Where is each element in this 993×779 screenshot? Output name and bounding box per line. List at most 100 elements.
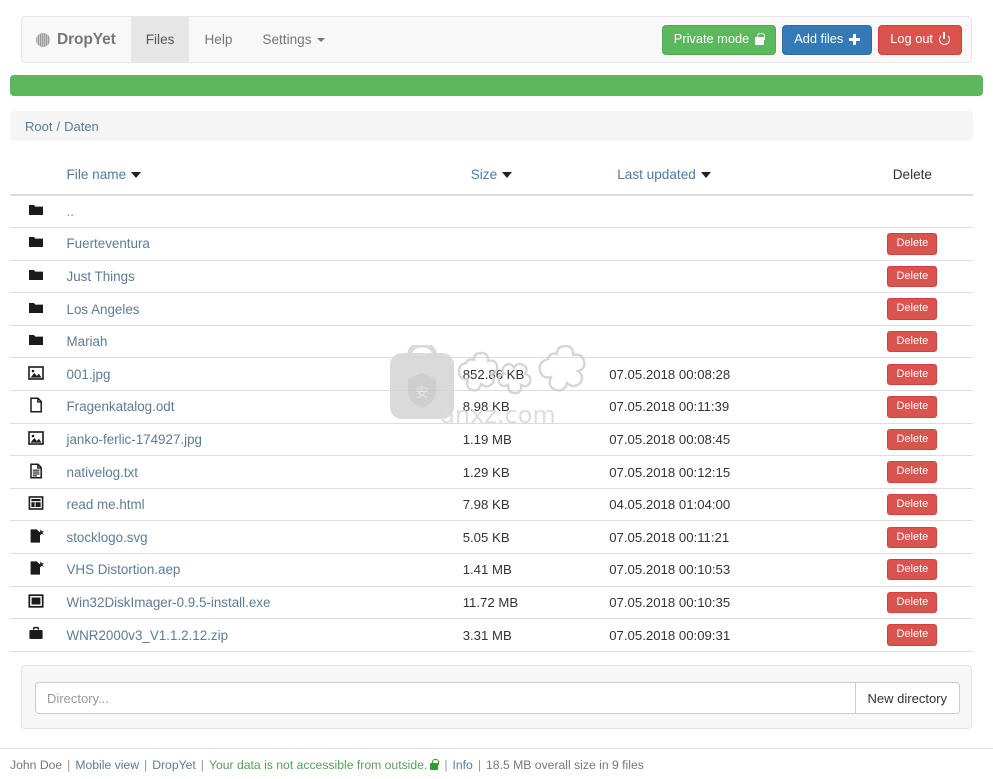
file-table: File name Size Last updated Delete .. Fue… <box>10 157 973 652</box>
footer-separator: | <box>477 758 482 772</box>
file-icon-cell <box>10 260 59 294</box>
directory-name-input[interactable] <box>35 682 855 714</box>
file-name-link[interactable]: 001.jpg <box>67 367 111 382</box>
delete-button[interactable]: Delete <box>887 624 938 646</box>
footer-link-mobile-view[interactable]: Mobile view <box>75 758 139 772</box>
file-size-cell <box>462 325 610 359</box>
delete-cell: Delete <box>851 292 973 326</box>
parent-directory-label: .. <box>66 204 74 220</box>
file-last-updated-cell: 07.05.2018 00:10:35 <box>609 586 852 620</box>
delete-button[interactable]: Delete <box>887 233 938 255</box>
file-icon-cell <box>10 553 59 587</box>
html-icon <box>28 495 44 511</box>
sort-by-last-updated[interactable]: Last updated <box>617 167 696 182</box>
file-last-updated-cell: 07.05.2018 00:10:53 <box>609 553 852 587</box>
chevron-down-icon <box>502 172 513 178</box>
file-name-link[interactable]: Mariah <box>67 334 108 349</box>
sort-by-file-name[interactable]: File name <box>67 167 127 182</box>
table-row: 001.jpg 852.86 KB 07.05.2018 00:08:28 Delet… <box>10 357 973 392</box>
file-name-cell: Los Angeles <box>58 292 463 326</box>
file-name-cell: Just Things <box>58 260 463 294</box>
folder-icon <box>28 202 44 218</box>
file-last-updated-cell <box>609 292 852 326</box>
file-last-updated-cell: 07.05.2018 00:09:31 <box>609 618 852 652</box>
footer-link-info[interactable]: Info <box>453 758 473 772</box>
sort-by-size[interactable]: Size <box>471 167 497 182</box>
nav-link-settings[interactable]: Settings <box>247 17 339 62</box>
plus-icon <box>849 34 861 45</box>
file-name-link[interactable]: Just Things <box>67 269 135 284</box>
delete-button[interactable]: Delete <box>887 298 938 320</box>
table-row: Los Angeles Delete <box>10 292 973 326</box>
delete-button[interactable]: Delete <box>887 526 938 548</box>
breadcrumb: Root / Daten <box>10 111 973 141</box>
breadcrumb-item-current[interactable]: Daten <box>64 119 99 134</box>
image-icon <box>28 365 44 381</box>
delete-button[interactable]: Delete <box>887 559 938 581</box>
delete-button[interactable]: Delete <box>887 265 938 288</box>
file-name-link[interactable]: WNR2000v3_V1.1.2.12.zip <box>67 628 229 643</box>
code-icon <box>28 560 44 576</box>
file-icon-cell <box>10 195 59 229</box>
column-header-delete: Delete <box>851 157 973 196</box>
delete-cell: Delete <box>851 423 973 457</box>
file-name-link[interactable]: Fragenkatalog.odt <box>67 399 175 414</box>
delete-button[interactable]: Delete <box>887 331 938 353</box>
table-row: Fuerteventura Delete <box>10 227 973 261</box>
file-size-cell: 8.98 KB <box>462 390 610 424</box>
nav-link-help[interactable]: Help <box>189 17 247 62</box>
add-files-label: Add files <box>794 31 844 47</box>
nav-link-settings-label: Settings <box>262 32 312 47</box>
file-name-cell: WNR2000v3_V1.1.2.12.zip <box>58 618 463 652</box>
file-name-cell: Fragenkatalog.odt <box>58 390 463 424</box>
brand-logo[interactable]: DropYet <box>22 17 131 62</box>
file-name-cell: janko-ferlic-174927.jpg <box>58 423 463 457</box>
folder-icon <box>28 332 44 348</box>
new-directory-button[interactable]: New directory <box>854 682 960 714</box>
nav-link-files-label: Files <box>145 32 175 47</box>
new-directory-panel: New directory <box>21 665 972 729</box>
file-last-updated-cell: 07.05.2018 00:11:21 <box>609 520 852 555</box>
delete-button[interactable]: Delete <box>887 396 938 418</box>
file-name-link[interactable]: stocklogo.svg <box>67 530 148 545</box>
footer: John Doe | Mobile view | DropYet | Your … <box>0 748 993 772</box>
file-last-updated-cell: 07.05.2018 00:08:45 <box>609 423 852 457</box>
file-icon-cell <box>10 618 59 652</box>
file-name-link[interactable]: read me.html <box>67 497 145 512</box>
code-icon <box>28 528 44 544</box>
file-last-updated-cell: 04.05.2018 01:04:00 <box>609 488 852 522</box>
delete-cell <box>851 195 973 229</box>
file-name-link[interactable]: janko-ferlic-174927.jpg <box>67 432 202 447</box>
file-size-cell: 7.98 KB <box>462 488 610 522</box>
delete-button[interactable]: Delete <box>887 461 938 483</box>
footer-separator: | <box>144 758 148 772</box>
file-name-link[interactable]: VHS Distortion.aep <box>67 562 181 577</box>
delete-button[interactable]: Delete <box>887 428 938 451</box>
file-name-link[interactable]: nativelog.txt <box>67 465 138 480</box>
delete-button[interactable]: Delete <box>887 363 938 385</box>
storage-progress-fill <box>10 75 983 96</box>
lock-icon <box>755 32 765 45</box>
add-files-button[interactable]: Add files <box>782 24 873 55</box>
document-icon <box>28 397 44 413</box>
file-name-link[interactable]: Los Angeles <box>67 302 140 317</box>
breadcrumb-item-root[interactable]: Root <box>25 119 52 134</box>
footer-link-dropyet[interactable]: DropYet <box>152 758 196 772</box>
log-out-button[interactable]: Log out <box>878 24 962 55</box>
file-table-container: File name Size Last updated Delete .. Fue… <box>10 157 973 652</box>
file-name-link[interactable]: Fuerteventura <box>67 236 150 251</box>
delete-cell: Delete <box>851 520 973 555</box>
file-name-link[interactable]: Win32DiskImager-0.9.5-install.exe <box>67 595 271 610</box>
table-row: .. <box>10 195 973 229</box>
table-row: Win32DiskImager-0.9.5-install.exe 11.72 M… <box>10 586 973 620</box>
delete-button[interactable]: Delete <box>887 493 938 516</box>
file-name-cell: Win32DiskImager-0.9.5-install.exe <box>58 586 463 620</box>
file-last-updated-cell <box>609 260 852 294</box>
delete-button[interactable]: Delete <box>887 591 938 614</box>
footer-separator: | <box>444 758 448 772</box>
breadcrumb-separator: / <box>56 118 61 134</box>
footer-separator: | <box>200 758 204 772</box>
storage-progress-bar <box>10 75 983 96</box>
private-mode-button[interactable]: Private mode <box>661 24 777 55</box>
nav-link-files[interactable]: Files <box>130 17 190 62</box>
